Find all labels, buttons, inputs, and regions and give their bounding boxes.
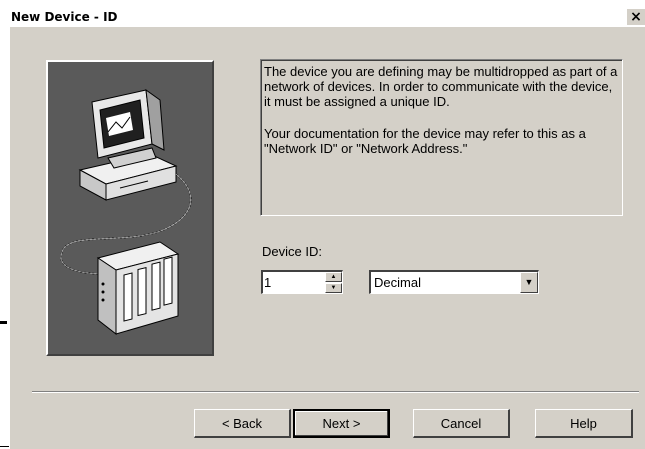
device-id-label: Device ID: <box>262 244 322 259</box>
id-format-select[interactable]: Decimal ▼ <box>369 270 539 294</box>
new-device-id-dialog: New Device - ID × The device you are def… <box>10 8 645 449</box>
title-bar: New Device - ID × <box>10 8 645 27</box>
cancel-button[interactable]: Cancel <box>413 409 510 438</box>
spin-up-button[interactable]: ▲ <box>325 272 342 282</box>
id-format-value: Decimal <box>374 275 421 290</box>
down-arrow-icon: ▼ <box>330 285 337 291</box>
window-title: New Device - ID <box>11 10 118 24</box>
info-text-paragraph: Your documentation for the device may re… <box>264 126 586 156</box>
spin-buttons: ▲ ▼ <box>325 272 342 293</box>
up-arrow-icon: ▲ <box>330 274 337 280</box>
device-network-illustration <box>46 60 214 356</box>
close-button[interactable]: × <box>627 9 645 25</box>
device-id-input[interactable] <box>263 272 313 292</box>
next-button[interactable]: Next > <box>293 409 390 438</box>
left-edge-artifact <box>0 321 7 324</box>
computer-network-device-icon <box>60 88 192 336</box>
close-icon: × <box>630 9 642 25</box>
help-button[interactable]: Help <box>535 409 633 438</box>
dropdown-button[interactable]: ▼ <box>520 272 538 293</box>
chevron-down-icon: ▼ <box>524 277 534 287</box>
back-button[interactable]: < Back <box>194 409 291 438</box>
spin-down-button[interactable]: ▼ <box>325 283 342 293</box>
separator-line <box>32 391 639 393</box>
device-id-spinner[interactable]: ▲ ▼ <box>261 270 343 294</box>
info-panel: The device you are defining may be multi… <box>260 59 623 216</box>
info-text-paragraph: The device you are defining may be multi… <box>264 64 618 109</box>
bottom-edge-artifact <box>0 446 9 447</box>
